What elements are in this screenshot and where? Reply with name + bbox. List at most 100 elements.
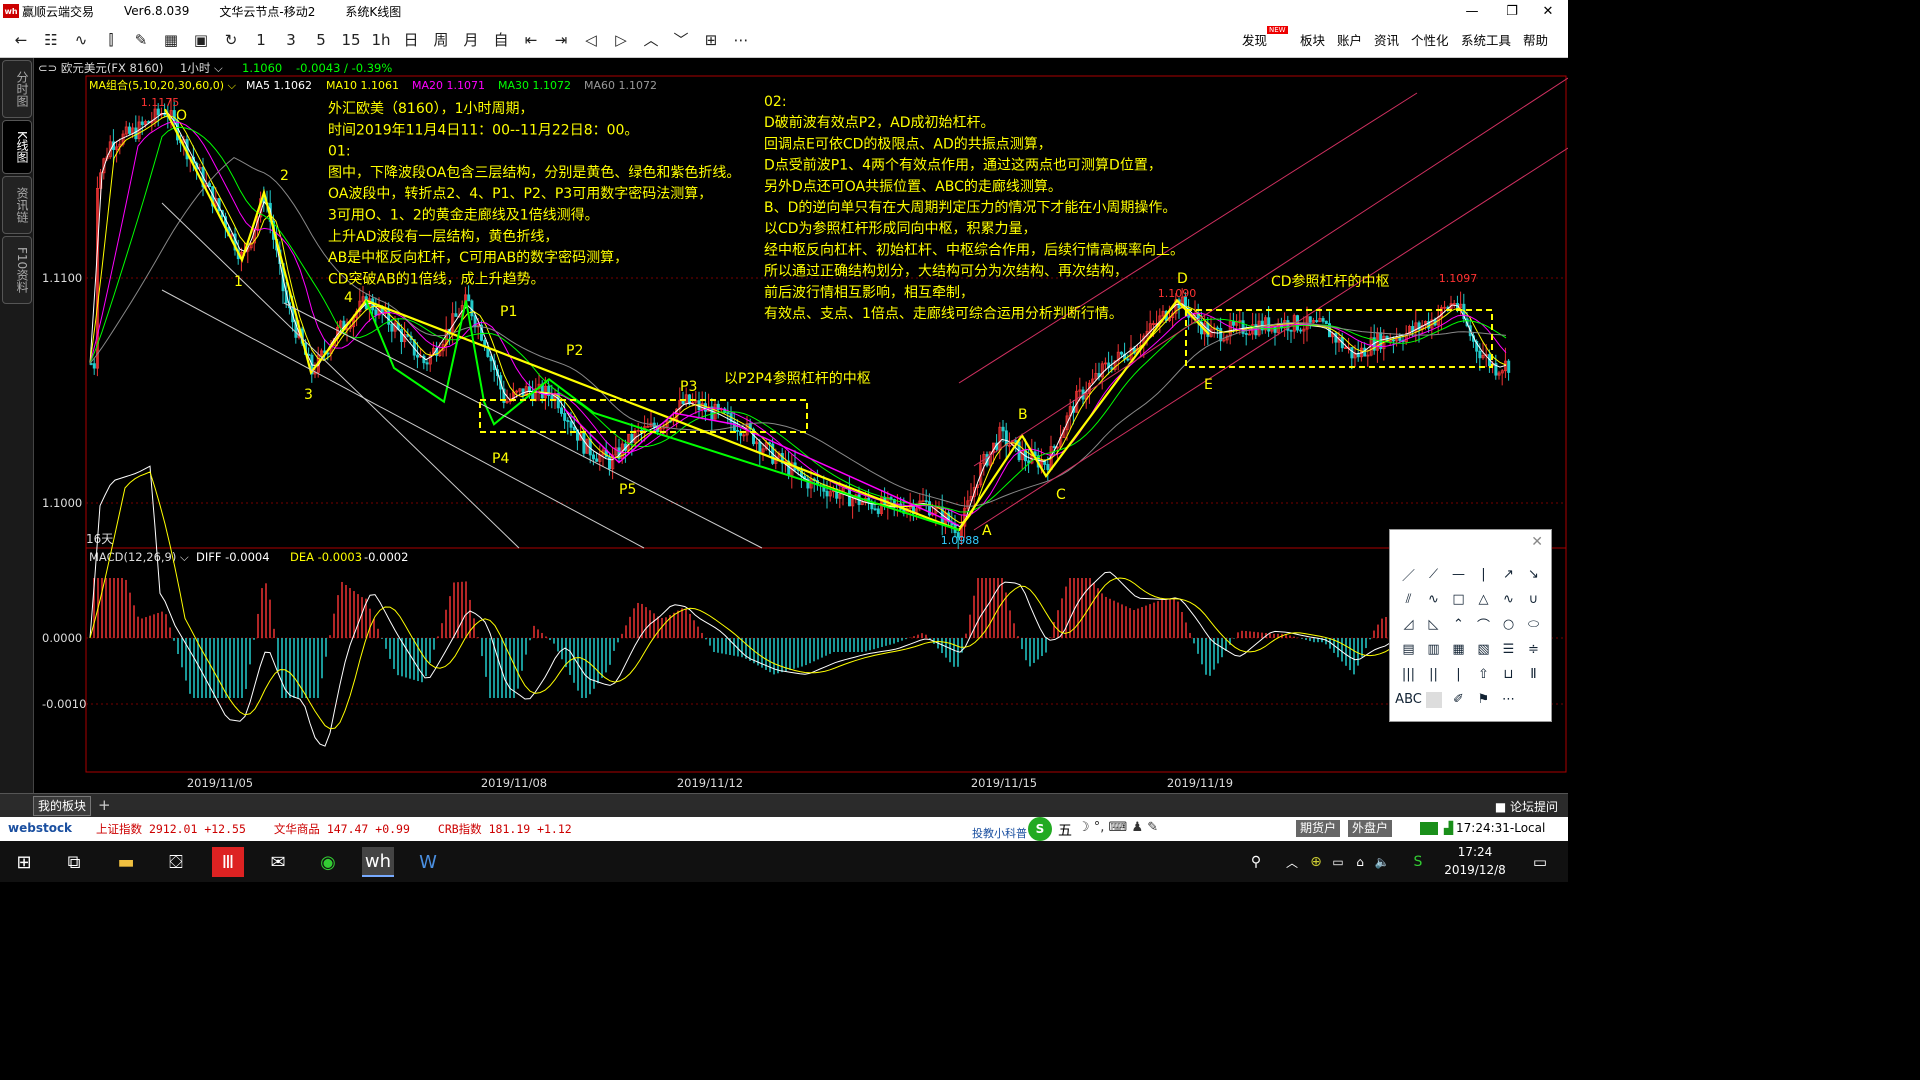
my-board-tab[interactable]: 我的板块 [33, 796, 92, 816]
explorer-icon[interactable]: ▬ [110, 847, 142, 877]
outer-account-button[interactable]: 外盘户 [1348, 820, 1393, 837]
period-8[interactable]: 自 [486, 25, 516, 55]
line-chart-icon[interactable]: ∿ [66, 25, 96, 55]
cycle-icon[interactable]: ||| [1396, 662, 1421, 687]
fib-ret-icon[interactable]: ▦ [1446, 637, 1471, 662]
browser-icon[interactable]: ◉ [312, 847, 344, 877]
fib-time-icon[interactable]: ☰ [1496, 637, 1521, 662]
index-2[interactable]: CRB指数 181.19 +1.12 [438, 821, 572, 837]
people-icon[interactable]: ⚲ [1240, 847, 1272, 877]
menu-item-6[interactable]: 帮助 [1523, 30, 1548, 49]
taskbar-date[interactable]: 2019/12/8 [1440, 863, 1510, 877]
back-icon[interactable]: ← [6, 25, 36, 55]
ime-tools-icon[interactable]: ☽ °, ⌨ ♟ ✎ [1078, 820, 1158, 835]
rail-tab-3[interactable]: F10资料 [2, 235, 32, 305]
volume-icon[interactable]: 🔈 [1366, 847, 1398, 877]
table-icon[interactable]: ☷ [36, 25, 66, 55]
up-icon[interactable]: ︿ [636, 25, 666, 55]
menu-item-1[interactable]: 板块 [1300, 30, 1325, 49]
chart-area[interactable]: ⊂⊃ 欧元美元(FX 8160) 1小时 ⌵ 1.1060 -0.0043 / -0.… [34, 58, 1569, 793]
vector-tool-icon[interactable]: ↘ [1521, 562, 1546, 587]
wave2-tool-icon[interactable]: ∿ [1496, 587, 1521, 612]
period-1[interactable]: 3 [276, 25, 306, 55]
index-0[interactable]: 上证指数 2912.01 +12.55 [96, 821, 246, 837]
cycle3-icon[interactable]: | [1446, 662, 1471, 687]
arc-tool-icon[interactable]: ⌒ [1471, 612, 1496, 637]
layout-icon[interactable]: ⊞ [696, 25, 726, 55]
line-tool-icon[interactable]: ／ [1396, 562, 1421, 587]
close-icon[interactable]: ✕ [1531, 534, 1543, 550]
triangle-tool-icon[interactable]: △ [1471, 587, 1496, 612]
grid-icon[interactable]: ▦ [156, 25, 186, 55]
menu-item-4[interactable]: 个性化 [1411, 30, 1449, 49]
futures-account-button[interactable]: 期货户 [1296, 820, 1341, 837]
more-icon[interactable]: ⋯ [726, 25, 756, 55]
mail-icon[interactable]: ✉ [262, 847, 294, 877]
index-1[interactable]: 文华商品 147.47 +0.99 [274, 821, 410, 837]
text-tool-icon[interactable]: ABC [1395, 687, 1422, 712]
store-icon[interactable]: ⛋ [160, 847, 192, 877]
save-icon[interactable]: ▣ [186, 25, 216, 55]
period-2[interactable]: 5 [306, 25, 336, 55]
fib-ext-icon[interactable]: ▧ [1471, 637, 1496, 662]
close-icon[interactable]: ✕ [1528, 0, 1568, 22]
bar-icon[interactable]: ⫿ [96, 25, 126, 55]
menu-item-3[interactable]: 资讯 [1374, 30, 1399, 49]
arrow-tool-icon[interactable]: ↗ [1496, 562, 1521, 587]
minimize-icon[interactable]: — [1452, 0, 1492, 22]
color-tool-icon[interactable] [1421, 687, 1446, 712]
period-4[interactable]: 1h [366, 25, 396, 55]
notification-icon[interactable]: ▭ [1524, 847, 1556, 877]
menu-item-5[interactable]: 系统工具 [1461, 30, 1511, 49]
more-tools-icon[interactable]: ⋯ [1496, 687, 1521, 712]
period-0[interactable]: 1 [246, 25, 276, 55]
word-icon[interactable]: W [412, 847, 444, 877]
pitch-tool-icon[interactable]: ⌃ [1446, 612, 1471, 637]
rect-tool-icon[interactable]: □ [1446, 587, 1471, 612]
fib-channel-icon[interactable]: ≑ [1521, 637, 1546, 662]
fib-fan-icon[interactable]: ▤ [1396, 637, 1421, 662]
start-icon[interactable]: ⊞ [8, 847, 40, 877]
add-tab-button[interactable]: + [98, 796, 111, 814]
rail-tab-2[interactable]: 资讯链 [2, 175, 32, 234]
app-red-icon[interactable]: Ⅲ [212, 847, 244, 877]
edu-link[interactable]: 投教小科普 [972, 825, 1027, 841]
gann-tool-icon[interactable]: ◿ [1396, 612, 1421, 637]
prev-icon[interactable]: ◁ [576, 25, 606, 55]
down-icon[interactable]: ﹀ [666, 25, 696, 55]
period-5[interactable]: 日 [396, 25, 426, 55]
period-3[interactable]: 15 [336, 25, 366, 55]
menu-item-0[interactable]: 发现 [1242, 30, 1267, 49]
fib2-icon[interactable]: ▥ [1421, 637, 1446, 662]
ruler-tool-icon[interactable]: ⊔ [1496, 662, 1521, 687]
taskbar-time[interactable]: 17:24 [1440, 845, 1510, 859]
forum-button[interactable]: ■ 论坛提问 [1495, 798, 1558, 815]
level-tool-icon[interactable]: Ⅱ [1521, 662, 1546, 687]
task-view-icon[interactable]: ⧉ [58, 847, 90, 877]
rail-tab-0[interactable]: 分时图 [2, 60, 32, 118]
menu-item-2[interactable]: 账户 [1337, 30, 1362, 49]
refresh-icon[interactable]: ↻ [216, 25, 246, 55]
kline-chart[interactable]: ⊂⊃ 欧元美元(FX 8160) 1小时 ⌵ 1.1060 -0.0043 / -0.… [34, 58, 1569, 793]
sogou-tray-icon[interactable]: S [1402, 847, 1434, 877]
sogou-icon[interactable]: S [1028, 817, 1052, 841]
eraser-tool-icon[interactable]: ✐ [1446, 687, 1471, 712]
wave-tool-icon[interactable]: ∿ [1421, 587, 1446, 612]
zoom-in-icon[interactable]: ⇤ [516, 25, 546, 55]
period-7[interactable]: 月 [456, 25, 486, 55]
draw-icon[interactable]: ✎ [126, 25, 156, 55]
ellipse-tool-icon[interactable]: ⬭ [1521, 612, 1546, 637]
angle-tool-icon[interactable]: ◺ [1421, 612, 1446, 637]
wenhua-icon[interactable]: wh [362, 847, 394, 877]
cycle2-icon[interactable]: || [1421, 662, 1446, 687]
maximize-icon[interactable]: ❐ [1492, 0, 1532, 22]
circle-tool-icon[interactable]: ○ [1496, 612, 1521, 637]
vline-tool-icon[interactable]: | [1471, 562, 1496, 587]
rail-tab-1[interactable]: K线图 [2, 120, 32, 174]
parallel-tool-icon[interactable]: ⫽ [1396, 587, 1421, 612]
next-icon[interactable]: ▷ [606, 25, 636, 55]
ime-mode[interactable]: 五 [1058, 820, 1072, 840]
cup-tool-icon[interactable]: ∪ [1521, 587, 1546, 612]
flag-tool-icon[interactable]: ⚑ [1471, 687, 1496, 712]
zoom-out-icon[interactable]: ⇥ [546, 25, 576, 55]
